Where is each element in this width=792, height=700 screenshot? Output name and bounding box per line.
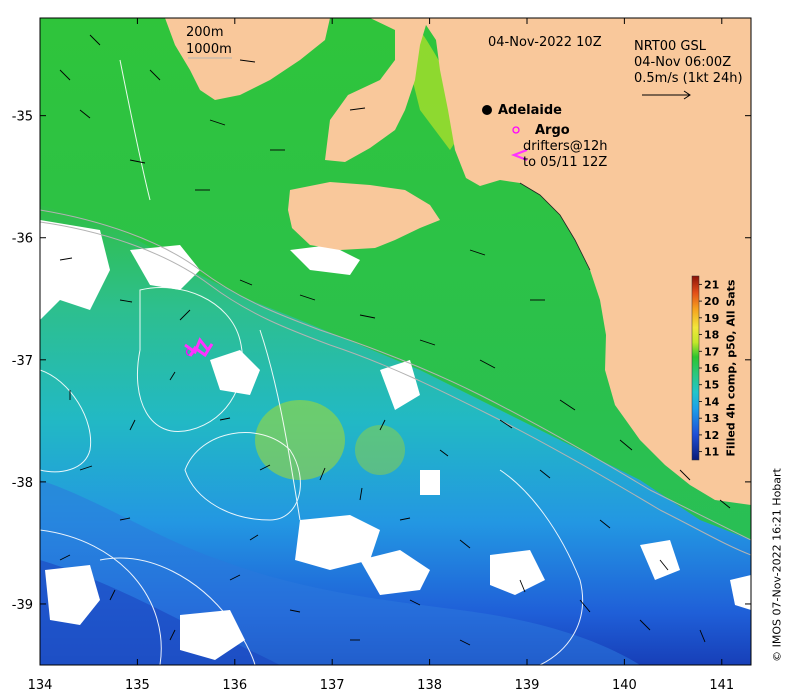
warm-eddy — [255, 400, 345, 480]
colorbar-tick-label: 15 — [704, 379, 719, 392]
isobath-200m-label: 200m — [186, 25, 224, 40]
credit-text: © IMOS 07-Nov-2022 16:21 Hobart — [770, 468, 784, 662]
x-tick-label: 134 — [28, 678, 53, 693]
current-scale-label: 0.5m/s (1kt 24h) — [634, 71, 743, 86]
colorbar-tick-label: 16 — [704, 362, 720, 375]
warm-eddy-2 — [355, 425, 405, 475]
colorbar — [691, 275, 700, 461]
colorbar-tick-label: 11 — [704, 446, 719, 459]
current-time-label: 04-Nov 06:00Z — [634, 55, 732, 70]
colorbar-tick-label: 19 — [704, 312, 719, 325]
colorbar-tick-label: 17 — [704, 345, 719, 358]
drifters-label-2: to 05/11 12Z — [523, 155, 608, 170]
colorbar-title: Filled 4h comp, p50, All Sats — [724, 279, 738, 457]
y-tick-label: -37 — [12, 354, 33, 369]
x-tick-label: 137 — [320, 678, 345, 693]
colorbar-tick-label: 18 — [704, 329, 719, 342]
colorbar-tick-label: 14 — [704, 395, 720, 408]
colorbar-tick-label: 20 — [704, 295, 720, 308]
x-tick-label: 140 — [612, 678, 637, 693]
x-tick-label: 135 — [125, 678, 150, 693]
colorbar-tick-label: 21 — [704, 278, 719, 291]
x-tick-label: 139 — [515, 678, 540, 693]
y-tick-label: -39 — [12, 598, 33, 613]
sst-map: 134 135 136 137 138 139 140 141-35-36-37-38-39 … — [12, 17, 752, 693]
date-title: 04-Nov-2022 10Z — [488, 35, 602, 50]
colorbar-tick-label: 13 — [704, 412, 719, 425]
y-tick-label: -36 — [12, 232, 33, 247]
x-tick-label: 136 — [222, 678, 247, 693]
x-tick-label: 138 — [417, 678, 442, 693]
isobath-1000m-label: 1000m — [186, 42, 232, 57]
argo-label: Argo — [535, 123, 570, 138]
y-tick-label: -38 — [12, 476, 33, 491]
y-tick-label: -35 — [12, 110, 33, 125]
adelaide-label: Adelaide — [498, 103, 562, 118]
drifters-label-1: drifters@12h — [523, 139, 608, 154]
x-tick-label: 141 — [709, 678, 734, 693]
current-source-label: NRT00 GSL — [634, 39, 706, 54]
adelaide-marker[interactable] — [482, 105, 492, 115]
colorbar-tick-label: 12 — [704, 429, 719, 442]
